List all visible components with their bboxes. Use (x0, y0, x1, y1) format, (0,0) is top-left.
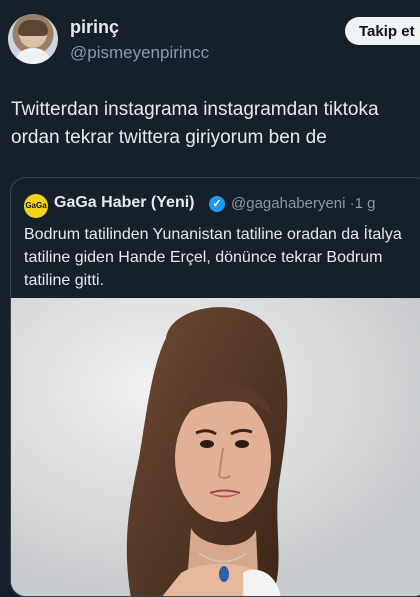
avatar-hair (18, 20, 48, 36)
verified-badge-icon: ✓ (209, 196, 225, 212)
follow-button[interactable]: Takip et (345, 17, 420, 45)
quote-text: Bodrum tatilinden Yunanistan tatiline or… (24, 226, 402, 289)
quoted-tweet[interactable]: GaGa GaGa Haber (Yeni) ✓ @gagahaberyeni … (10, 177, 420, 597)
quote-meta: @gagahaberyeni ·1 g (231, 195, 376, 212)
quote-time[interactable]: 1 g (355, 195, 376, 212)
tweet-header: pirinç @pismeyenpirincc Takip et (0, 0, 420, 80)
avatar-shirt (14, 48, 52, 64)
portrait-image (11, 298, 420, 596)
tweet-text: Twitterdan instagrama instagramdan tikto… (11, 99, 379, 148)
author-avatar[interactable] (8, 14, 58, 64)
author-name[interactable]: pirinç (70, 17, 119, 38)
quote-avatar-logo[interactable]: GaGa (24, 194, 48, 218)
quote-author-handle[interactable]: @gagahaberyeni (231, 195, 345, 212)
quote-author-name[interactable]: GaGa Haber (Yeni) (54, 194, 195, 212)
quote-photo[interactable] (11, 298, 420, 596)
author-handle[interactable]: @pismeyenpirincc (70, 43, 209, 63)
